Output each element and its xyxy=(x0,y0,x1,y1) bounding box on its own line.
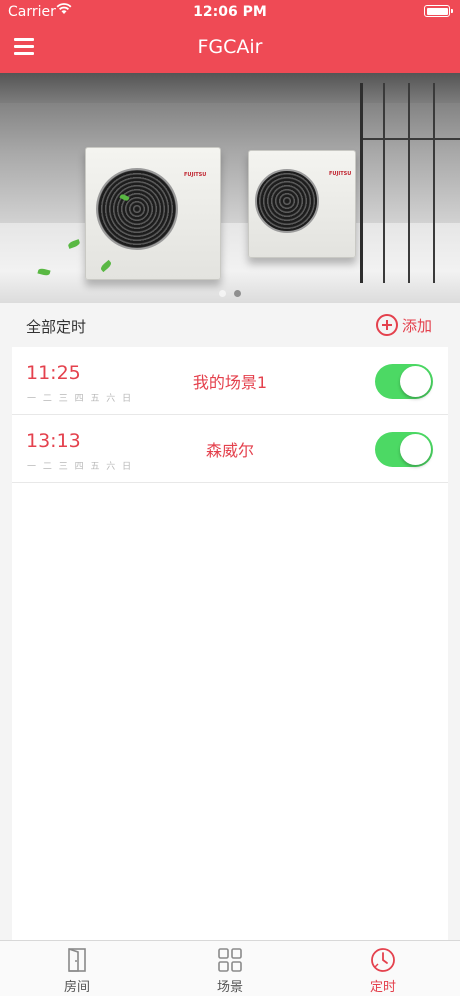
fan-grille-icon xyxy=(255,169,319,233)
section-title: 全部定时 xyxy=(26,318,87,336)
timer-time: 13:13 xyxy=(26,430,81,452)
timer-list-card: 全部定时 添加 11:25 一 二 三 四 五 六 日 我的场景1 13:13 … xyxy=(12,303,448,940)
tab-rooms[interactable]: 房间 xyxy=(0,941,154,996)
tab-timers[interactable]: 定时 xyxy=(306,941,460,996)
tab-scenes[interactable]: 场景 xyxy=(153,941,307,996)
timer-days: 一 二 三 四 五 六 日 xyxy=(27,394,134,404)
add-timer-button[interactable]: 添加 xyxy=(375,313,432,337)
tab-label: 房间 xyxy=(63,980,90,995)
page-title: FGCAir xyxy=(197,36,263,58)
carousel-dot[interactable] xyxy=(219,290,226,297)
door-icon xyxy=(66,947,88,977)
timer-toggle-switch[interactable] xyxy=(375,432,433,467)
timer-days: 一 二 三 四 五 六 日 xyxy=(27,462,134,472)
timer-row[interactable]: 11:25 一 二 三 四 五 六 日 我的场景1 xyxy=(12,347,448,415)
clock-icon xyxy=(370,947,396,977)
plus-circle-icon xyxy=(375,314,398,336)
tab-label: 定时 xyxy=(369,980,396,995)
banner-window xyxy=(360,83,460,283)
ac-outdoor-unit-large: FUJITSU xyxy=(85,147,221,280)
top-bar: Carrier 12:06 PM FGCAir xyxy=(0,0,460,73)
carousel-page-indicator[interactable] xyxy=(0,290,460,297)
brand-logo: FUJITSU xyxy=(184,172,207,178)
timer-time: 11:25 xyxy=(26,362,81,384)
brand-logo: FUJITSU xyxy=(329,171,352,177)
timer-row[interactable]: 13:13 一 二 三 四 五 六 日 森威尔 xyxy=(12,415,448,483)
add-timer-label: 添加 xyxy=(401,316,432,335)
battery-icon xyxy=(424,5,453,17)
ac-outdoor-unit-small: FUJITSU xyxy=(248,150,356,258)
grid-icon xyxy=(217,947,243,977)
fan-grille-icon xyxy=(96,168,178,250)
timer-toggle-switch[interactable] xyxy=(375,364,433,399)
carousel-dot-active[interactable] xyxy=(234,290,241,297)
navigation-bar: FGCAir xyxy=(0,24,460,73)
toggle-knob xyxy=(400,434,431,465)
section-header: 全部定时 添加 xyxy=(12,303,448,347)
tab-bar: 房间 场景 定时 xyxy=(0,940,460,996)
status-time: 12:06 PM xyxy=(193,4,267,20)
toggle-knob xyxy=(400,366,431,397)
status-bar: Carrier 12:06 PM xyxy=(0,0,460,24)
banner-carousel[interactable]: FUJITSU FUJITSU xyxy=(0,73,460,303)
timer-scene-name: 我的场景1 xyxy=(192,373,268,392)
timer-scene-name: 森威尔 xyxy=(205,441,254,460)
tab-label: 场景 xyxy=(216,980,243,995)
